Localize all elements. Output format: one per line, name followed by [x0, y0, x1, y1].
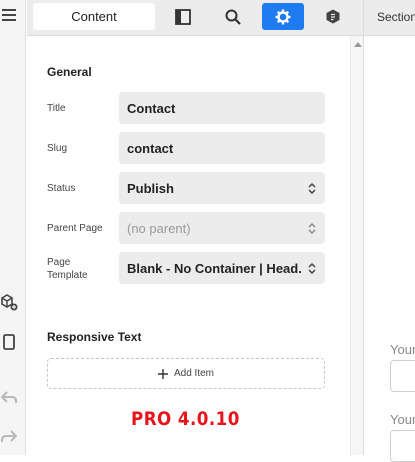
slug-input[interactable]: contact — [119, 132, 325, 164]
panel-scrollbar[interactable] — [350, 36, 363, 455]
canvas-field-input[interactable] — [390, 430, 415, 462]
page-template-value: Blank - No Container | Head... — [127, 260, 302, 276]
status-value: Publish — [127, 180, 174, 196]
status-label: Status — [47, 183, 76, 194]
panel-toolbar: Content — [27, 0, 363, 36]
parent-page-select[interactable]: (no parent) — [119, 212, 325, 244]
device-icon[interactable] — [0, 333, 18, 351]
add-item-label: Add Item — [173, 368, 215, 379]
responsive-text-heading: Responsive Text — [47, 330, 142, 344]
slug-label: Slug — [47, 143, 68, 154]
undo-icon[interactable] — [0, 388, 18, 406]
preview-canvas: Section Your Your — [363, 0, 415, 462]
pro-version-badge: PRO 4.0.10 — [131, 408, 240, 430]
parent-page-label: Parent Page — [47, 223, 103, 234]
select-chevron-icon — [308, 222, 316, 235]
settings-panel: Content General Title Contact Slug conta… — [27, 0, 363, 455]
add-block-icon[interactable] — [0, 293, 18, 311]
canvas-field-label: Your — [390, 412, 415, 427]
plus-icon — [157, 368, 168, 379]
redo-icon[interactable] — [0, 427, 18, 445]
search-icon[interactable] — [212, 3, 254, 30]
add-item-button[interactable]: Add Item — [47, 358, 325, 389]
tab-content[interactable]: Content — [33, 3, 155, 30]
left-toolbar — [0, 0, 26, 455]
menu-icon[interactable] — [0, 6, 18, 24]
canvas-field-input[interactable] — [390, 360, 415, 392]
status-select[interactable]: Publish — [119, 172, 325, 204]
title-label: Title — [47, 103, 66, 114]
page-template-label: Page Template — [47, 257, 88, 281]
page-template-select[interactable]: Blank - No Container | Head... — [119, 252, 325, 284]
select-chevron-icon — [308, 182, 316, 195]
select-chevron-icon — [308, 262, 316, 275]
canvas-tab[interactable]: Section — [364, 0, 415, 36]
layout-panel-icon[interactable] — [162, 3, 204, 30]
title-input[interactable]: Contact — [119, 92, 325, 124]
general-heading: General — [47, 65, 92, 79]
hexagon-icon[interactable] — [312, 3, 354, 30]
scroll-up-icon[interactable] — [354, 42, 362, 47]
canvas-field-label: Your — [390, 342, 415, 357]
parent-page-value: (no parent) — [127, 220, 191, 236]
gear-icon[interactable] — [262, 3, 304, 30]
